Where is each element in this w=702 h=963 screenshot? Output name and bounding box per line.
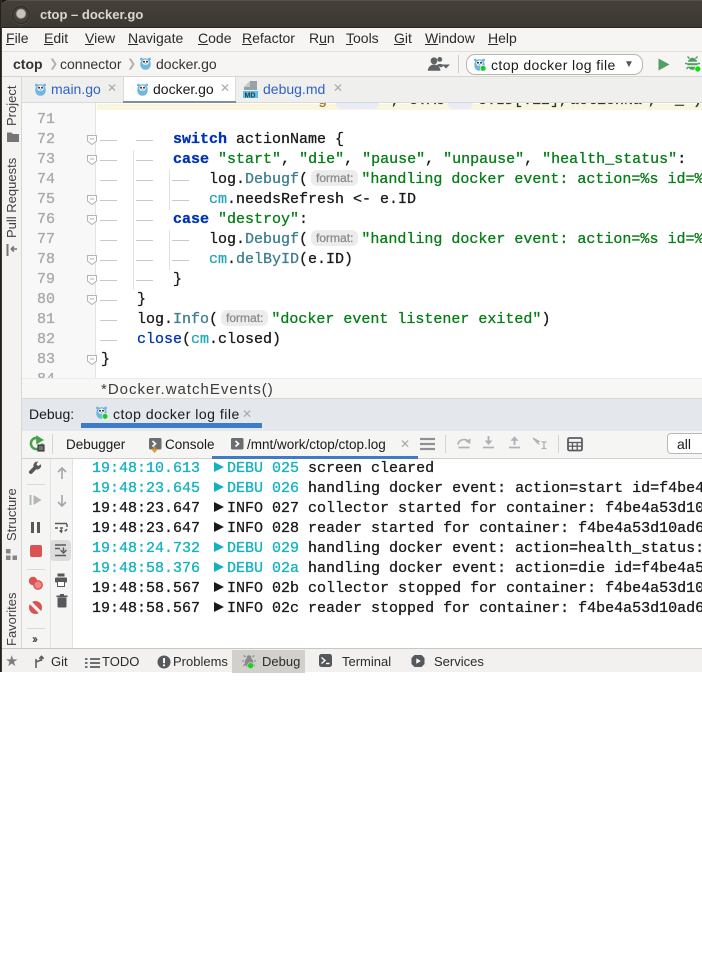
svg-text:MD: MD <box>245 92 256 98</box>
